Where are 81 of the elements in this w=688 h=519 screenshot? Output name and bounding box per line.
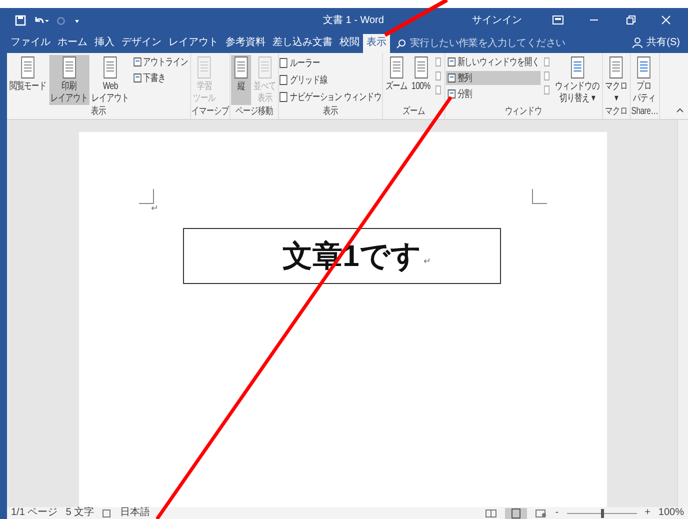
document-icon [20, 56, 36, 80]
save-icon[interactable] [15, 14, 26, 26]
crop-mark [139, 189, 154, 204]
document-icon [388, 56, 405, 80]
document-icon [568, 56, 586, 80]
group-label: Share… [631, 106, 658, 119]
window-icon [447, 89, 456, 99]
sign-in-link[interactable]: サインイン [472, 13, 522, 27]
group-label: マクロ [604, 106, 628, 119]
restore-icon[interactable] [624, 15, 636, 25]
document-icon [232, 56, 250, 80]
zoom-slider-thumb[interactable] [600, 508, 604, 518]
crop-mark [532, 189, 547, 204]
scrollbar[interactable] [677, 120, 688, 507]
document-icon [256, 56, 274, 80]
ribbon-button[interactable]: 100% [410, 55, 432, 105]
paragraph-mark: ↵ [423, 256, 432, 266]
checkbox-square[interactable] [280, 58, 288, 68]
ribbon-small-button[interactable]: 分割 [446, 87, 541, 101]
ribbon-small-button[interactable]: 整列 [446, 71, 541, 85]
document-icon [608, 56, 625, 80]
checkbox-square[interactable] [280, 92, 288, 102]
undo-icon[interactable] [33, 14, 49, 26]
zoom-level: 100% [658, 507, 684, 519]
zoom-in-button[interactable]: + [644, 507, 650, 519]
web-layout-icon[interactable] [535, 508, 548, 518]
ribbon-tab[interactable]: 参考資料 [222, 34, 269, 53]
share-button[interactable]: 共有(S) [646, 34, 680, 53]
search-icon [396, 38, 406, 48]
word-count: 5 文字 [66, 507, 94, 519]
group-label: ウィンドウ [504, 106, 544, 119]
ribbon-tab[interactable]: 挿入 [91, 34, 118, 53]
ribbon-button[interactable]: プロ パティ [631, 55, 657, 105]
document-icon [60, 56, 78, 80]
group-label: 表示 [90, 106, 107, 119]
ribbon-tab[interactable]: ホーム [54, 34, 91, 53]
ribbon-options-icon[interactable] [552, 15, 564, 25]
window-icon [447, 73, 456, 83]
ribbon-small-button[interactable]: 下書き [131, 71, 190, 85]
annotation-line [384, 0, 448, 37]
ribbon-small-button[interactable]: 新しいウィンドウを開く [446, 55, 541, 69]
group-label: 表示 [322, 106, 340, 119]
ribbon-button[interactable]: 閲覧モード [8, 55, 48, 105]
ribbon-button[interactable]: Web レイアウト [90, 55, 131, 105]
close-icon[interactable] [660, 15, 672, 25]
ribbon-tab[interactable]: 校閲 [336, 34, 363, 53]
ribbon-button[interactable]: 印刷 レイアウト [48, 55, 90, 105]
ribbon-tab[interactable]: 表示 [363, 34, 390, 53]
group-label: ズーム [401, 106, 426, 119]
ribbon-button[interactable]: ズーム [384, 55, 410, 105]
ribbon-button[interactable]: マクロ ▾ [604, 55, 629, 105]
document-icon [196, 56, 213, 80]
document-icon [412, 56, 430, 80]
paragraph-mark: ↵ [151, 202, 160, 215]
document-icon [636, 56, 653, 80]
group-label: イマーシブ [192, 106, 229, 119]
checkbox[interactable]: ナビゲーション ウィンドウ [280, 89, 382, 104]
page-count: 1/1 ページ [11, 507, 58, 519]
ribbon-tab[interactable]: 差し込み文書 [269, 34, 336, 53]
group-label: ページ移動 [234, 106, 274, 119]
checkbox-square[interactable] [280, 74, 288, 84]
collapse-icon[interactable] [676, 107, 684, 113]
ribbon-button[interactable]: 縦 [231, 55, 252, 105]
language-label: 日本語 [120, 507, 150, 519]
window-icon [132, 73, 142, 83]
ribbon-tab[interactable]: ファイル [7, 34, 54, 53]
checkbox[interactable]: ルーラー [280, 55, 382, 70]
zoom-out-button[interactable]: - [555, 507, 559, 519]
read-mode-icon[interactable] [485, 508, 498, 518]
ribbon-button[interactable]: ウィンドウの 切り替え ▾ [553, 55, 602, 105]
person-icon [632, 37, 643, 48]
ribbon-small-button[interactable]: アウトライン [131, 55, 190, 69]
window-icon [447, 57, 456, 67]
proofing-icon[interactable] [102, 508, 112, 518]
window-icon [132, 57, 142, 67]
print-layout-icon[interactable] [505, 508, 528, 518]
checkbox[interactable]: グリッド線 [280, 72, 382, 87]
ribbon-tab[interactable]: レイアウト [165, 34, 222, 53]
window-title: 文書 1 - Word [323, 14, 385, 27]
document-icon [102, 56, 119, 80]
ribbon-tab[interactable]: デザイン [118, 34, 165, 53]
